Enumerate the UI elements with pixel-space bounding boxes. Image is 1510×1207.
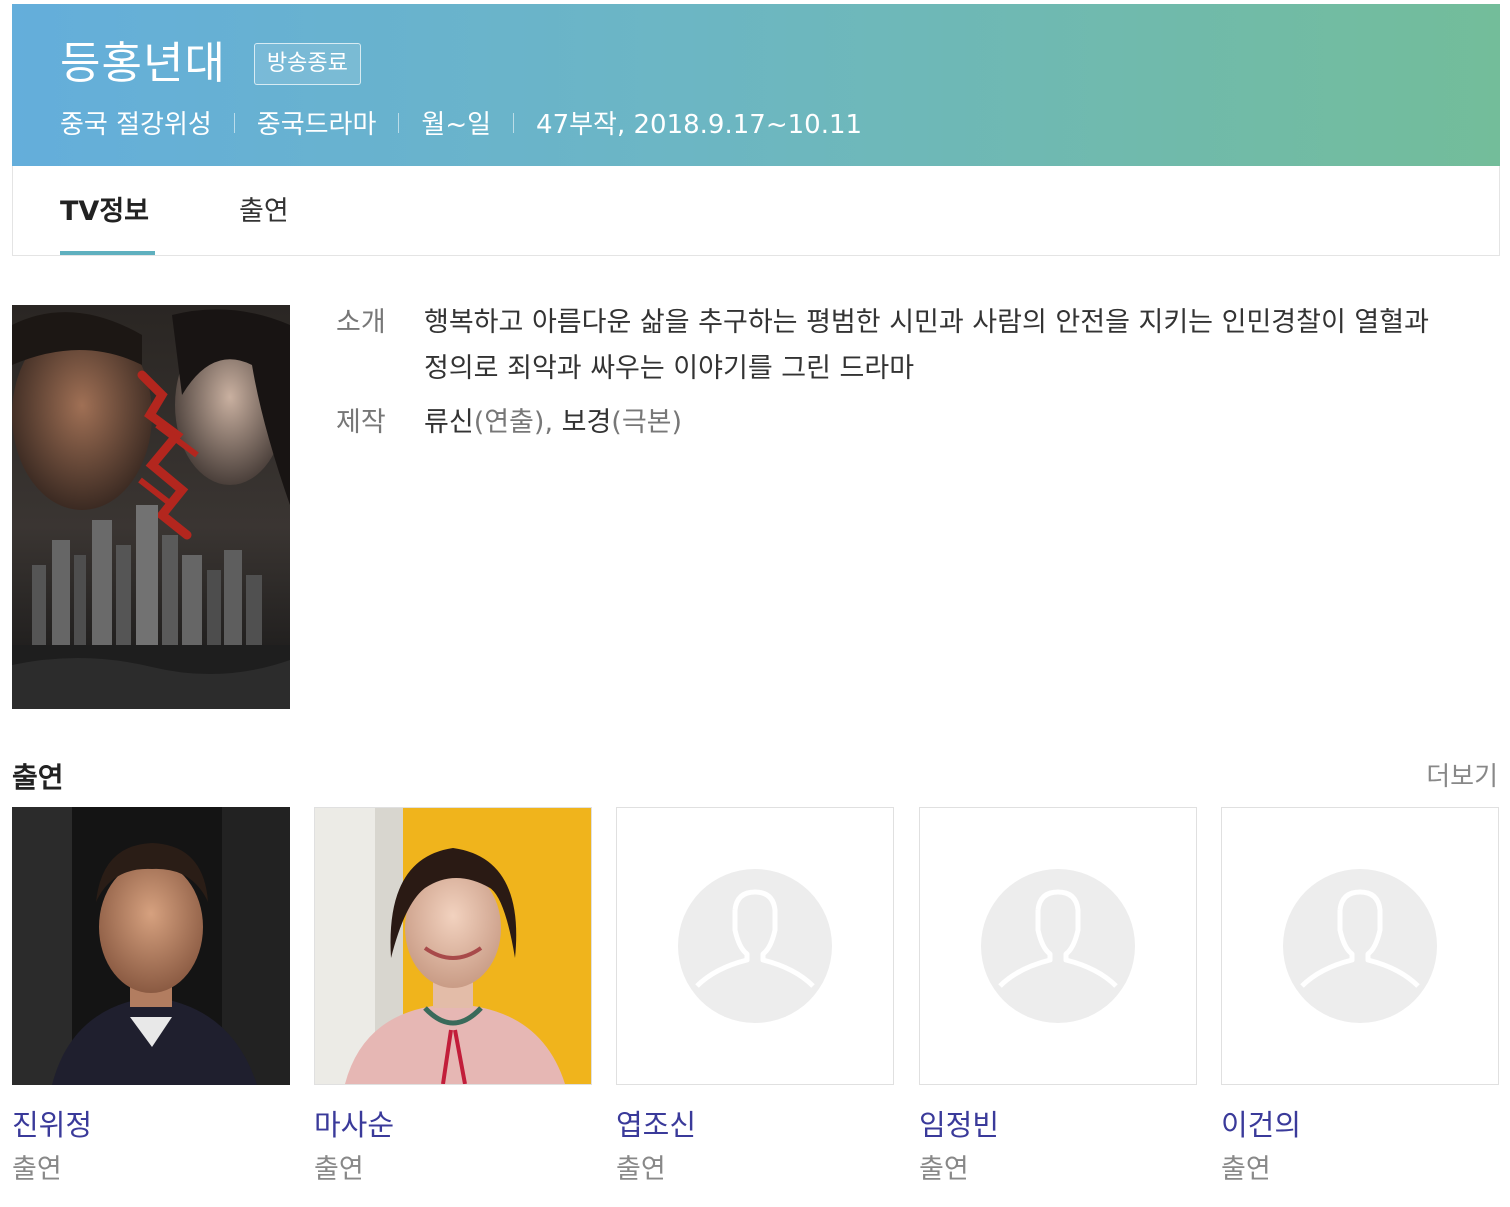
cast-role: 출연	[1221, 1154, 1271, 1185]
active-tab-indicator	[60, 251, 155, 255]
tab-tv-info[interactable]: TV정보	[60, 194, 149, 230]
meta-divider	[513, 112, 515, 133]
meta-channel: 중국 절강위성	[60, 110, 212, 140]
intro-row: 소개 행복하고 아름다운 삶을 추구하는 평범한 시민과 사람의 안전을 지키는…	[336, 300, 1456, 392]
cast-name[interactable]: 임정빈	[919, 1105, 1197, 1145]
meta-genre: 중국드라마	[256, 110, 377, 140]
cast-name[interactable]: 진위정	[12, 1105, 290, 1145]
tab-bar: TV정보 출연	[12, 166, 1500, 256]
cast-card[interactable]: 진위정 출연	[12, 807, 290, 1189]
writer-role: (극본)	[611, 407, 683, 438]
poster-art	[12, 305, 290, 709]
meta-episodes: 47부작, 2018.9.17~10.11	[536, 110, 863, 140]
production-text: 류신(연출), 보경(극본)	[424, 400, 1454, 446]
production-label: 제작	[336, 407, 386, 438]
cast-photo[interactable]	[314, 807, 592, 1085]
cast-name[interactable]: 이건의	[1221, 1105, 1499, 1145]
more-link[interactable]: 더보기	[1426, 756, 1498, 793]
cast-photo[interactable]	[919, 807, 1197, 1085]
tab-cast[interactable]: 출연	[239, 194, 289, 230]
cast-card[interactable]: 마사순 출연	[314, 807, 592, 1189]
program-info: 소개 행복하고 아름다운 삶을 추구하는 평범한 시민과 사람의 안전을 지키는…	[336, 300, 1456, 446]
meta-schedule: 월~일	[421, 110, 492, 140]
poster-image[interactable]	[12, 305, 290, 709]
intro-label: 소개	[336, 307, 386, 338]
production-row: 제작 류신(연출), 보경(극본)	[336, 400, 1456, 446]
status-badge: 방송종료	[253, 43, 361, 85]
person-placeholder-icon	[678, 869, 832, 1023]
writer-name[interactable]: 보경	[562, 407, 612, 438]
cast-photo[interactable]	[616, 807, 894, 1085]
cast-card[interactable]: 이건의 출연	[1221, 807, 1499, 1189]
cast-section-title: 출연	[12, 761, 64, 794]
actor-photo	[315, 808, 591, 1084]
program-header: 등홍년대 방송종료 중국 절강위성 중국드라마 월~일 47부작, 2018.9…	[12, 4, 1500, 166]
meta-divider	[233, 112, 235, 133]
cast-role: 출연	[12, 1154, 62, 1185]
meta-divider	[398, 112, 400, 133]
intro-text: 행복하고 아름다운 삶을 추구하는 평범한 시민과 사람의 안전을 지키는 인민…	[424, 307, 1429, 384]
director-name[interactable]: 류신	[424, 407, 474, 438]
actor-photo	[12, 807, 290, 1085]
credit-separator: ,	[544, 407, 562, 438]
cast-role: 출연	[919, 1154, 969, 1185]
program-title: 등홍년대	[60, 38, 226, 89]
cast-photo[interactable]	[1221, 807, 1499, 1085]
cast-photo[interactable]	[12, 807, 290, 1085]
cast-role: 출연	[616, 1154, 666, 1185]
person-placeholder-icon	[1283, 869, 1437, 1023]
cast-card[interactable]: 엽조신 출연	[616, 807, 894, 1189]
director-role: (연출)	[473, 407, 545, 438]
cast-role: 출연	[314, 1154, 364, 1185]
program-meta: 중국 절강위성 중국드라마 월~일 47부작, 2018.9.17~10.11	[60, 104, 862, 141]
title-row: 등홍년대 방송종료	[60, 34, 361, 94]
cast-name[interactable]: 마사순	[314, 1105, 592, 1145]
cast-name[interactable]: 엽조신	[616, 1105, 894, 1145]
person-placeholder-icon	[981, 869, 1135, 1023]
cast-card[interactable]: 임정빈 출연	[919, 807, 1197, 1189]
